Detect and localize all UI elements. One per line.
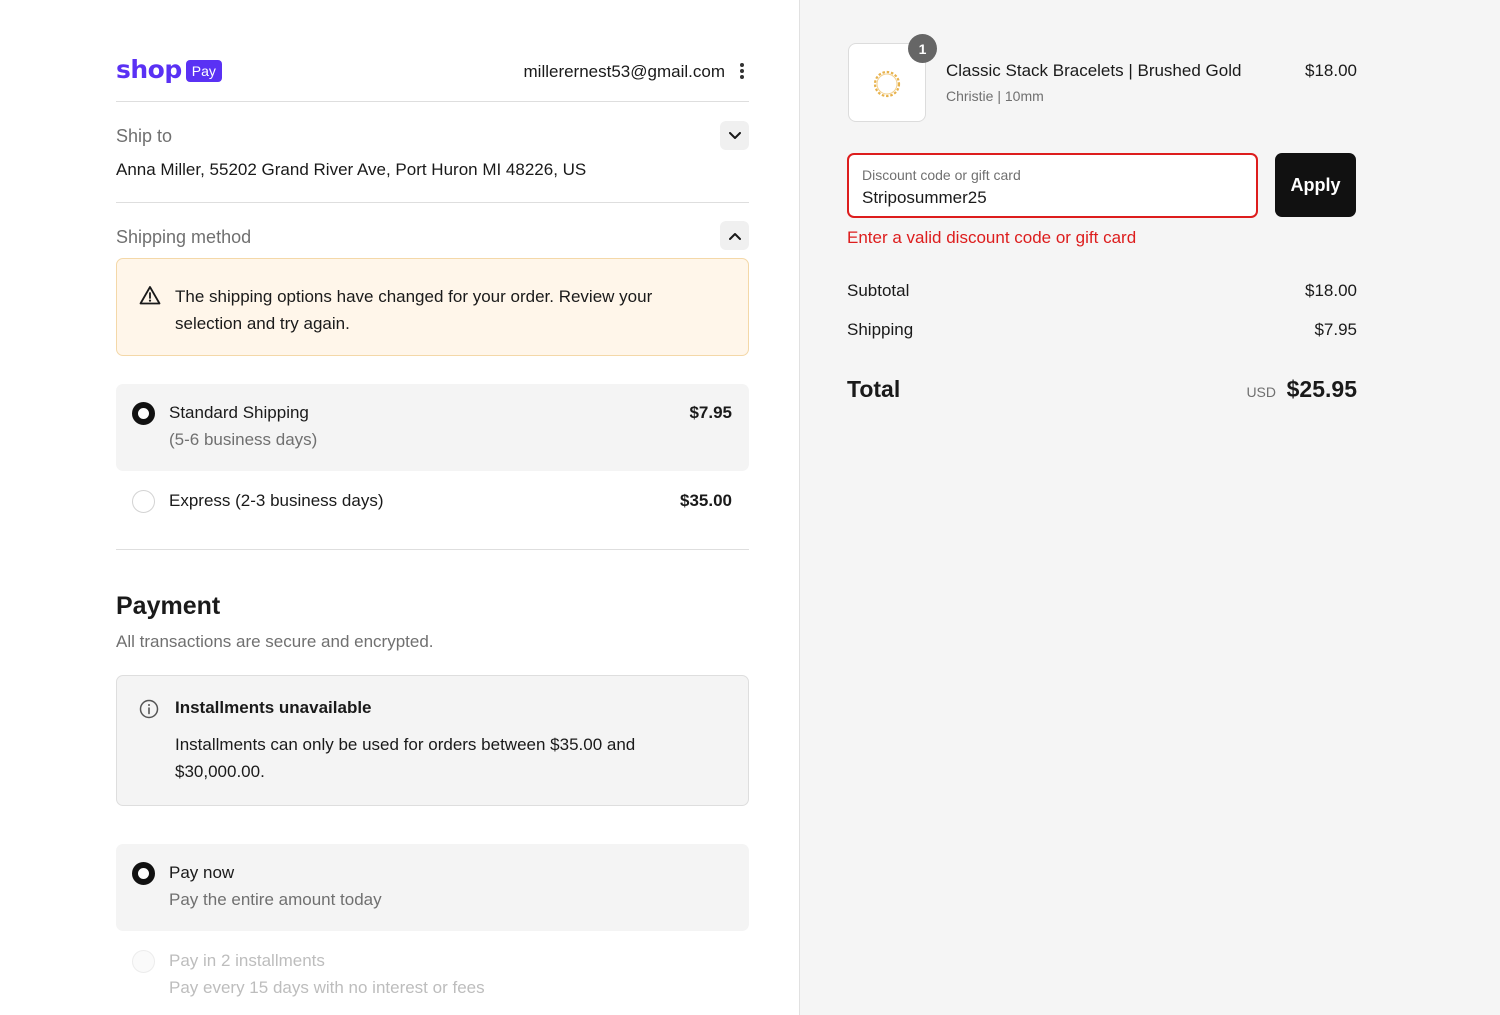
shipping-option-express[interactable]: Express (2-3 business days) $35.00 [116, 472, 749, 532]
divider [116, 202, 749, 203]
apply-discount-button[interactable]: Apply [1275, 153, 1356, 217]
shipping-option-price: $35.00 [680, 491, 732, 510]
shipping-method-label: Shipping method [116, 227, 252, 247]
divider [116, 101, 749, 102]
discount-error-message: Enter a valid discount code or gift card [847, 228, 1137, 247]
payment-subtitle: All transactions are secure and encrypte… [116, 632, 434, 651]
standard-shipping-radio[interactable] [132, 402, 155, 425]
payment-option-pay-now[interactable]: Pay now Pay the entire amount today [116, 844, 749, 931]
ship-to-expand-button[interactable] [720, 121, 749, 150]
shop-logo-word: shop [116, 55, 182, 84]
payment-option-installments: Pay in 2 installments Pay every 15 days … [116, 932, 749, 1012]
installments-notice-text: Installments can only be used for orders… [175, 735, 636, 781]
installments-notice: Installments unavailable Installments ca… [116, 675, 749, 806]
payment-option-title: Pay in 2 installments [169, 951, 325, 970]
product-price: $18.00 [1305, 61, 1357, 80]
express-shipping-radio[interactable] [132, 490, 155, 513]
subtotal-label: Subtotal [847, 281, 910, 300]
total-currency: USD [1246, 384, 1276, 400]
account-email: millerernest53@gmail.com [523, 62, 726, 81]
chevron-down-icon [728, 131, 741, 139]
payment-option-subtitle: Pay the entire amount today [169, 890, 382, 909]
discount-field-label: Discount code or gift card [862, 167, 1021, 183]
warning-icon [139, 286, 161, 305]
payment-option-subtitle: Pay every 15 days with no interest or fe… [169, 978, 485, 997]
payment-heading: Payment [116, 592, 221, 620]
shipping-option-title: Standard Shipping [169, 403, 309, 422]
discount-code-input[interactable]: Discount code or gift card Striposummer2… [847, 153, 1258, 218]
discount-field-value: Striposummer25 [862, 188, 987, 207]
ship-to-label: Ship to [116, 126, 173, 146]
pay-now-radio[interactable] [132, 862, 155, 885]
shipping-address: Anna Miller, 55202 Grand River Ave, Port… [116, 160, 587, 179]
divider [116, 549, 749, 550]
shipping-option-standard[interactable]: Standard Shipping (5-6 business days) $7… [116, 384, 749, 471]
shipping-summary-label: Shipping [847, 320, 914, 339]
shipping-option-title: Express (2-3 business days) [169, 491, 384, 510]
warning-message: The shipping options have changed for yo… [175, 287, 653, 333]
shipping-summary-value: $7.95 [1314, 320, 1357, 339]
total-value: $25.95 [1286, 376, 1357, 402]
installments-notice-title: Installments unavailable [175, 698, 372, 717]
quantity-badge: 1 [908, 34, 937, 63]
info-icon [139, 699, 159, 719]
product-variant: Christie | 10mm [946, 88, 1044, 104]
payment-option-title: Pay now [169, 863, 235, 882]
product-name: Classic Stack Bracelets | Brushed Gold [946, 61, 1242, 80]
checkout-header: shop Pay millerernest53@gmail.com [116, 55, 749, 89]
shipping-option-subtitle: (5-6 business days) [169, 430, 318, 449]
more-options-icon[interactable] [739, 63, 745, 81]
pay-logo-badge: Pay [185, 60, 222, 82]
checkout-form-pane: shop Pay millerernest53@gmail.com Ship t… [0, 0, 799, 1015]
shop-pay-logo: shop Pay [116, 55, 222, 85]
total-label: Total [847, 376, 901, 402]
shipping-option-price: $7.95 [689, 403, 732, 422]
installments-radio [132, 950, 155, 973]
bracelet-image-icon [873, 70, 901, 97]
shipping-change-warning: The shipping options have changed for yo… [116, 258, 749, 356]
chevron-up-icon [728, 232, 741, 240]
shipping-method-collapse-button[interactable] [720, 221, 749, 250]
subtotal-value: $18.00 [1305, 281, 1357, 300]
